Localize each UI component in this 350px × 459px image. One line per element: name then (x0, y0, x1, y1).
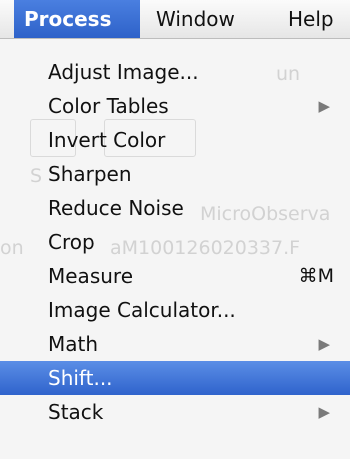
menu-item-label: Sharpen (48, 162, 132, 186)
menu-item-invert-color[interactable]: Invert Color (0, 123, 350, 157)
menu-item-stack[interactable]: Stack ▶ (0, 395, 350, 429)
menu-item-label: Invert Color (48, 128, 166, 152)
menu-item-image-calculator[interactable]: Image Calculator... (0, 293, 350, 327)
menu-bar: Process Window Help (0, 0, 350, 39)
menu-item-label: Measure (48, 264, 133, 288)
menu-item-label: Color Tables (48, 94, 169, 118)
chevron-right-icon: ▶ (318, 335, 330, 353)
menu-item-shift[interactable]: Shift... (0, 361, 350, 395)
menu-item-adjust-image[interactable]: Adjust Image... (0, 55, 350, 89)
menu-item-sharpen[interactable]: Sharpen (0, 157, 350, 191)
menu-item-label: Stack (48, 400, 104, 424)
menu-help[interactable]: Help (278, 0, 344, 38)
menu-item-label: Crop (48, 230, 95, 254)
menu-item-measure[interactable]: Measure ⌘M (0, 259, 350, 293)
menu-item-label: Math (48, 332, 99, 356)
menu-process[interactable]: Process (14, 0, 140, 38)
menu-item-crop[interactable]: Crop (0, 225, 350, 259)
menu-item-reduce-noise[interactable]: Reduce Noise (0, 191, 350, 225)
menu-item-label: Image Calculator... (48, 298, 236, 322)
shortcut-label: ⌘M (298, 265, 334, 287)
menu-item-color-tables[interactable]: Color Tables ▶ (0, 89, 350, 123)
menu-item-label: Adjust Image... (48, 60, 199, 84)
menu-item-math[interactable]: Math ▶ (0, 327, 350, 361)
chevron-right-icon: ▶ (318, 97, 330, 115)
process-dropdown-menu: un S MicroObserva on aM100126020337.F Ad… (0, 39, 350, 459)
menu-item-label: Shift... (48, 366, 113, 390)
menu-item-label: Reduce Noise (48, 196, 184, 220)
chevron-right-icon: ▶ (318, 403, 330, 421)
menu-window[interactable]: Window (146, 0, 245, 38)
